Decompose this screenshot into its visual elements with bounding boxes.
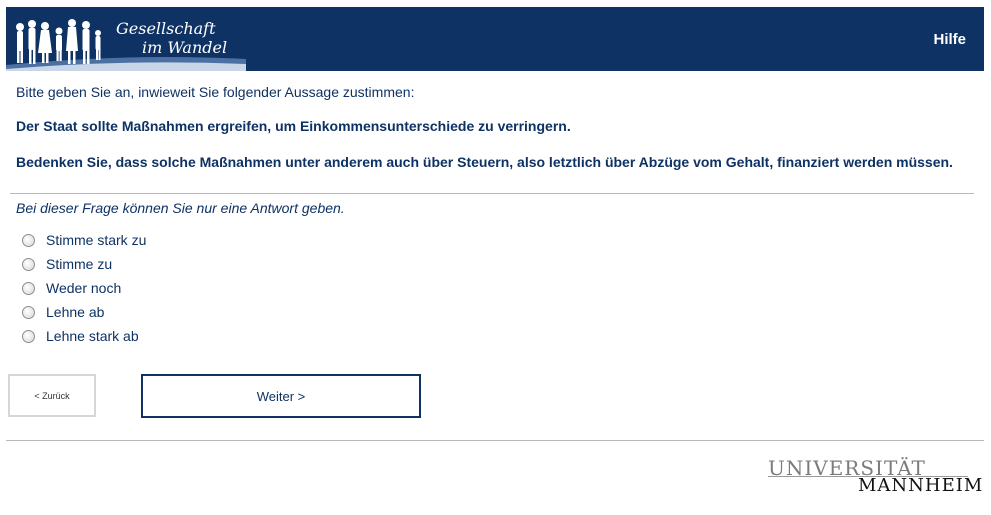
- logo-line-2: im Wandel: [142, 38, 228, 57]
- people-silhouette-icon: [16, 19, 101, 64]
- university-logo-line-2: MANNHEIM: [858, 475, 984, 496]
- question-statement: Der Staat sollte Maßnahmen ergreifen, um…: [16, 118, 571, 134]
- option-label[interactable]: Weder noch: [46, 280, 121, 296]
- logo-text: Gesellschaft im Wandel: [116, 19, 227, 57]
- option-lehne-ab[interactable]: Lehne ab: [20, 300, 146, 324]
- logo-line-1: Gesellschaft: [116, 19, 216, 38]
- option-label[interactable]: Lehne stark ab: [46, 328, 139, 344]
- radio-button-icon[interactable]: [22, 281, 35, 295]
- footer-divider: [6, 440, 984, 441]
- answer-options: Stimme stark zu Stimme zu Weder noch Leh…: [20, 228, 146, 348]
- help-link[interactable]: Hilfe: [933, 31, 966, 48]
- option-stimme-zu[interactable]: Stimme zu: [20, 252, 146, 276]
- radio-button-icon[interactable]: [22, 329, 35, 343]
- question-divider: [10, 193, 974, 194]
- option-label[interactable]: Stimme stark zu: [46, 232, 146, 248]
- question-intro: Bitte geben Sie an, inwieweit Sie folgen…: [16, 84, 415, 100]
- option-label[interactable]: Lehne ab: [46, 304, 104, 320]
- header-bar: Gesellschaft im Wandel Hilfe: [6, 7, 984, 71]
- answer-instruction: Bei dieser Frage können Sie nur eine Ant…: [16, 200, 345, 216]
- option-weder-noch[interactable]: Weder noch: [20, 276, 146, 300]
- next-button[interactable]: Weiter >: [141, 374, 421, 418]
- university-mannheim-logo: UNIVERSITÄT MANNHEIM: [768, 456, 982, 496]
- radio-button-icon[interactable]: [22, 305, 35, 319]
- option-label[interactable]: Stimme zu: [46, 256, 112, 272]
- radio-button-icon[interactable]: [22, 257, 35, 271]
- back-button[interactable]: < Zurück: [8, 374, 96, 417]
- option-stimme-stark-zu[interactable]: Stimme stark zu: [20, 228, 146, 252]
- question-note: Bedenken Sie, dass solche Maßnahmen unte…: [16, 154, 953, 170]
- gesellschaft-im-wandel-logo: Gesellschaft im Wandel: [6, 7, 246, 71]
- radio-button-icon[interactable]: [22, 233, 35, 247]
- option-lehne-stark-ab[interactable]: Lehne stark ab: [20, 324, 146, 348]
